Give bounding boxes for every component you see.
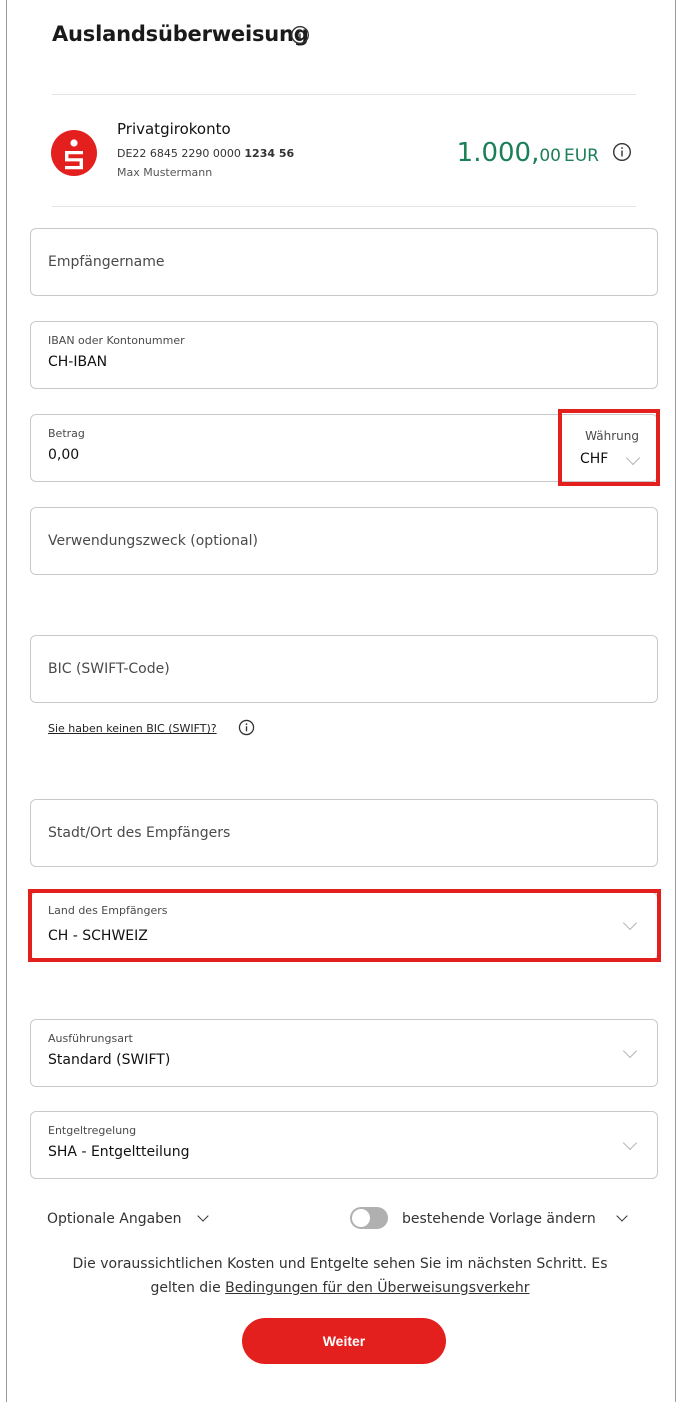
fees-label: Entgeltregelung <box>48 1124 137 1137</box>
amount-value: 0,00 <box>48 447 80 463</box>
currency-value: CHF <box>580 451 609 467</box>
frame-border-left <box>6 0 7 1402</box>
purpose-field[interactable]: Verwendungszweck (optional) <box>30 507 658 575</box>
currency-chevron-down-icon <box>625 450 641 466</box>
iban-value: CH-IBAN <box>48 354 108 370</box>
city-field[interactable]: Stadt/Ort des Empfängers <box>30 799 658 867</box>
account-holder: Max Mustermann <box>117 166 213 179</box>
purpose-placeholder: Verwendungszweck (optional) <box>48 533 258 549</box>
divider-account <box>52 206 636 207</box>
fees-select[interactable]: Entgeltregelung SHA - Entgeltteilung <box>30 1111 658 1179</box>
currency-select[interactable]: Währung CHF <box>558 409 660 486</box>
bic-field[interactable]: BIC (SWIFT-Code) <box>30 635 658 703</box>
transfer-conditions-link[interactable]: Bedingungen für den Überweisungsverkehr <box>225 1280 529 1296</box>
iban-field[interactable]: IBAN oder Kontonummer CH-IBAN <box>30 321 658 389</box>
recipient-name-field[interactable]: Empfängername <box>30 228 658 296</box>
continue-button[interactable]: Weiter <box>242 1318 446 1364</box>
execution-label: Ausführungsart <box>48 1032 133 1045</box>
info-icon[interactable] <box>290 25 310 45</box>
recipient-name-placeholder: Empfängername <box>48 254 165 270</box>
execution-chevron-down-icon <box>622 1043 638 1059</box>
account-balance: 1.000,00 EUR <box>457 138 599 168</box>
template-label: bestehende Vorlage ändern <box>402 1211 596 1227</box>
amount-label: Betrag <box>48 427 85 440</box>
template-chevron-down-icon[interactable] <box>616 1210 628 1222</box>
page-title: Auslandsüberweisung <box>52 22 309 46</box>
no-bic-link[interactable]: Sie haben keinen BIC (SWIFT)? <box>48 722 217 735</box>
balance-decimals: 00 <box>539 146 561 166</box>
optional-details-toggle[interactable]: Optionale Angaben <box>47 1211 182 1227</box>
account-iban: DE22 6845 2290 0000 1234 56 <box>117 147 294 160</box>
iban-label: IBAN oder Kontonummer <box>48 334 185 347</box>
sparkasse-logo-icon <box>51 130 97 176</box>
bic-placeholder: BIC (SWIFT-Code) <box>48 661 170 677</box>
toggle-knob <box>352 1209 370 1227</box>
account-iban-suffix: 1234 56 <box>244 147 295 160</box>
fees-value: SHA - Entgeltteilung <box>48 1144 190 1160</box>
currency-label: Währung <box>585 429 639 443</box>
balance-info-icon[interactable] <box>612 142 632 162</box>
account-name: Privatgirokonto <box>117 120 231 138</box>
execution-value: Standard (SWIFT) <box>48 1052 171 1068</box>
frame-border-right <box>675 0 676 1402</box>
country-highlight-frame <box>28 889 661 962</box>
bic-info-icon[interactable] <box>238 719 255 736</box>
account-iban-prefix: DE22 6845 2290 0000 <box>117 147 241 160</box>
optional-details-label: Optionale Angaben <box>47 1211 182 1227</box>
balance-currency: EUR <box>564 146 599 166</box>
divider-top <box>52 94 636 95</box>
city-placeholder: Stadt/Ort des Empfängers <box>48 825 231 841</box>
transfer-page: Auslandsüberweisung Privatgirokonto DE22… <box>0 0 679 1402</box>
execution-select[interactable]: Ausführungsart Standard (SWIFT) <box>30 1019 658 1087</box>
fees-note: Die voraussichtlichen Kosten und Entgelt… <box>60 1252 620 1300</box>
optional-chevron-down-icon <box>197 1210 209 1222</box>
template-toggle-switch[interactable] <box>350 1207 388 1229</box>
balance-main: 1.000, <box>456 138 540 168</box>
fees-chevron-down-icon <box>622 1135 638 1151</box>
